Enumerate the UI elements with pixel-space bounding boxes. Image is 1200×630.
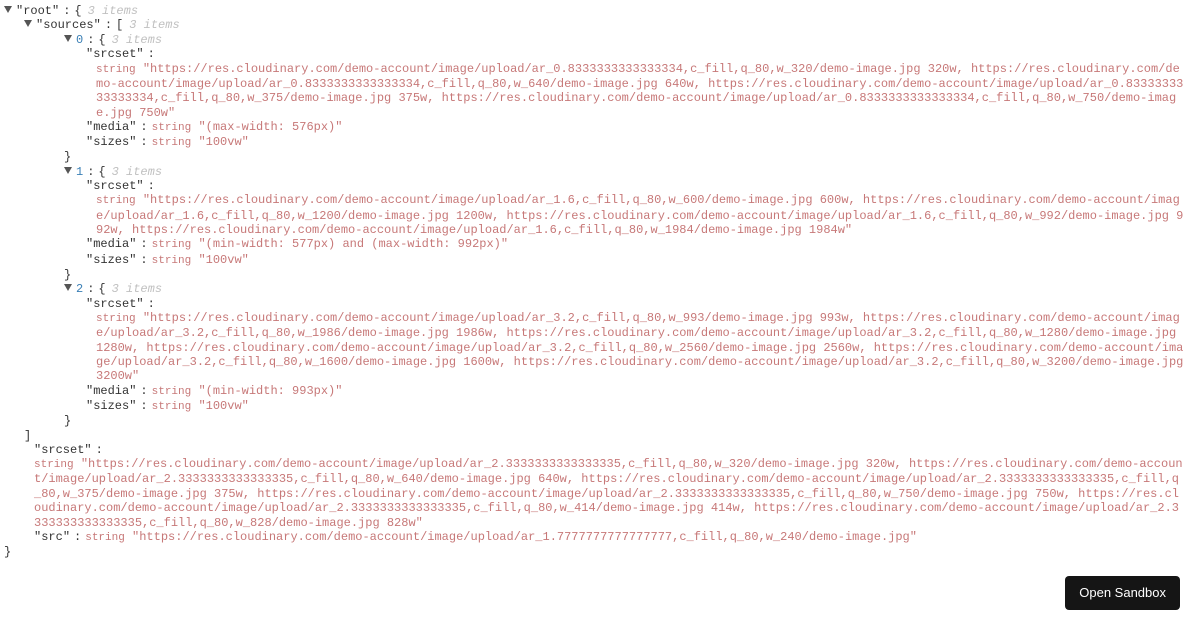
close-brace: } (4, 414, 1200, 428)
root-srcset-key: "srcset": (4, 443, 1200, 457)
srcset-key: "srcset": (4, 179, 1200, 193)
array-item-1: 1:{3 items (4, 165, 1200, 179)
array-item-0: 0:{3 items (4, 33, 1200, 47)
toggle-icon[interactable] (24, 20, 32, 27)
media-row: "media":string "(max-width: 576px)" (4, 120, 1200, 135)
toggle-icon[interactable] (64, 167, 72, 174)
srcset-key: "srcset": (4, 47, 1200, 61)
srcset-value: string "https://res.cloudinary.com/demo-… (4, 193, 1200, 237)
array-item-2: 2:{3 items (4, 282, 1200, 296)
srcset-key: "srcset": (4, 297, 1200, 311)
toggle-icon[interactable] (4, 6, 12, 13)
srcset-value: string "https://res.cloudinary.com/demo-… (4, 311, 1200, 384)
toggle-icon[interactable] (64, 35, 72, 42)
sizes-row: "sizes":string "100vw" (4, 253, 1200, 268)
media-row: "media":string "(min-width: 993px)" (4, 384, 1200, 399)
media-row: "media":string "(min-width: 577px) and (… (4, 237, 1200, 252)
toggle-icon[interactable] (64, 284, 72, 291)
json-tree: "root":{3 items "sources":[3 items 0:{3 … (4, 4, 1200, 560)
sources-open: "sources":[3 items (4, 18, 1200, 32)
open-sandbox-button[interactable]: Open Sandbox (1065, 576, 1180, 610)
root-srcset-value: string "https://res.cloudinary.com/demo-… (4, 457, 1200, 530)
close-bracket: ] (4, 429, 1200, 443)
sizes-row: "sizes":string "100vw" (4, 399, 1200, 414)
root-open: "root":{3 items (4, 4, 1200, 18)
close-brace: } (4, 268, 1200, 282)
root-src-row: "src":string "https://res.cloudinary.com… (4, 530, 1200, 545)
srcset-value: string "https://res.cloudinary.com/demo-… (4, 62, 1200, 120)
close-brace: } (4, 150, 1200, 164)
sizes-row: "sizes":string "100vw" (4, 135, 1200, 150)
close-brace: } (4, 545, 1200, 559)
